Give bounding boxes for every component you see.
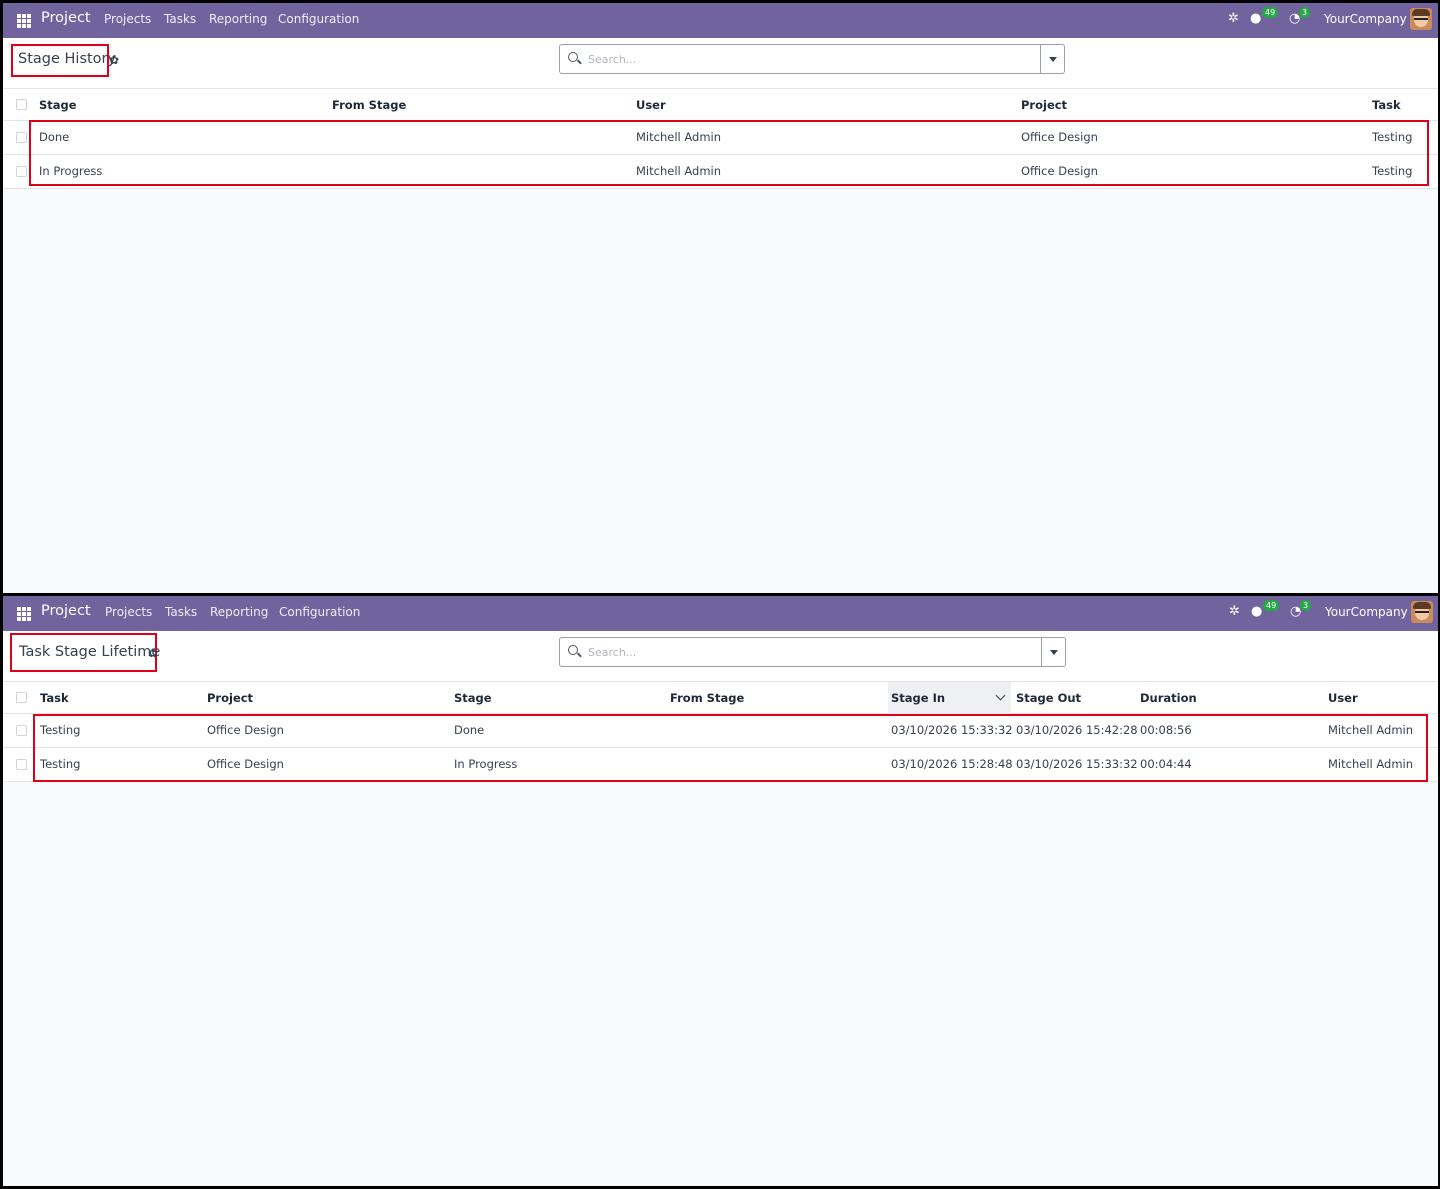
debug-bug-icon[interactable]: ✲ xyxy=(1228,11,1239,26)
activities-count-badge: 3 xyxy=(1299,7,1311,18)
column-header-duration[interactable]: Duration xyxy=(1140,691,1197,705)
messages-count-badge: 49 xyxy=(1262,7,1279,18)
highlight-box xyxy=(11,44,109,77)
row-checkbox[interactable] xyxy=(16,132,27,143)
column-header-project[interactable]: Project xyxy=(1021,98,1067,112)
control-panel: Stage History ✿ xyxy=(3,38,1438,89)
messages-icon[interactable]: ● xyxy=(1251,604,1262,619)
search-icon xyxy=(568,645,578,655)
menu-configuration[interactable]: Configuration xyxy=(278,12,359,26)
messages-icon[interactable]: ● xyxy=(1250,11,1261,26)
task-stage-lifetime-view: Project Projects Tasks Reporting Configu… xyxy=(3,596,1438,1186)
control-panel: Task Stage Lifetime ✿ xyxy=(3,631,1438,682)
gear-icon[interactable]: ✿ xyxy=(148,646,158,660)
company-switcher[interactable]: YourCompany xyxy=(1325,605,1408,619)
top-navbar: Project Projects Tasks Reporting Configu… xyxy=(3,596,1438,631)
apps-menu-icon[interactable] xyxy=(17,14,31,28)
menu-configuration[interactable]: Configuration xyxy=(279,605,360,619)
activities-count-badge: 3 xyxy=(1300,600,1312,611)
debug-bug-icon[interactable]: ✲ xyxy=(1229,604,1240,619)
highlight-box xyxy=(10,633,157,672)
select-all-checkbox[interactable] xyxy=(16,99,27,110)
user-avatar[interactable] xyxy=(1410,8,1432,30)
search-input[interactable] xyxy=(588,643,1008,661)
menu-projects[interactable]: Projects xyxy=(104,12,151,26)
column-header-from-stage[interactable]: From Stage xyxy=(670,691,744,705)
app-brand[interactable]: Project xyxy=(41,10,91,26)
menu-tasks[interactable]: Tasks xyxy=(165,605,197,619)
menu-tasks[interactable]: Tasks xyxy=(164,12,196,26)
highlight-box xyxy=(33,714,1428,782)
column-header-stage-out[interactable]: Stage Out xyxy=(1016,691,1081,705)
company-switcher[interactable]: YourCompany xyxy=(1324,12,1407,26)
search-options-dropdown-icon[interactable] xyxy=(1041,638,1065,666)
column-header-task[interactable]: Task xyxy=(40,691,69,705)
search-bar xyxy=(559,637,1066,667)
column-header-stage[interactable]: Stage xyxy=(454,691,492,705)
menu-reporting[interactable]: Reporting xyxy=(209,12,267,26)
column-header-from-stage[interactable]: From Stage xyxy=(332,98,406,112)
column-header-project[interactable]: Project xyxy=(207,691,253,705)
menu-reporting[interactable]: Reporting xyxy=(210,605,268,619)
search-input[interactable] xyxy=(588,50,1008,68)
highlight-box xyxy=(29,120,1429,186)
table-header: Stage From Stage User Project Task xyxy=(3,89,1438,121)
menu-projects[interactable]: Projects xyxy=(105,605,152,619)
top-navbar: Project Projects Tasks Reporting Configu… xyxy=(3,3,1438,38)
app-brand[interactable]: Project xyxy=(41,603,91,619)
column-header-task[interactable]: Task xyxy=(1372,98,1401,112)
apps-menu-icon[interactable] xyxy=(17,607,31,621)
table-header: Task Project Stage From Stage Stage In S… xyxy=(3,682,1438,714)
column-header-stage-in[interactable]: Stage In xyxy=(891,691,945,705)
row-checkbox[interactable] xyxy=(16,166,27,177)
row-checkbox[interactable] xyxy=(16,759,27,770)
search-bar xyxy=(559,44,1065,74)
gear-icon[interactable]: ✿ xyxy=(109,53,119,67)
search-options-dropdown-icon[interactable] xyxy=(1040,45,1064,73)
column-header-user[interactable]: User xyxy=(1328,691,1358,705)
stage-history-view: Project Projects Tasks Reporting Configu… xyxy=(3,3,1438,593)
select-all-checkbox[interactable] xyxy=(16,692,27,703)
search-icon xyxy=(568,52,578,62)
column-header-user[interactable]: User xyxy=(636,98,666,112)
user-avatar[interactable] xyxy=(1411,601,1433,623)
column-header-stage[interactable]: Stage xyxy=(39,98,77,112)
row-checkbox[interactable] xyxy=(16,725,27,736)
messages-count-badge: 49 xyxy=(1263,600,1280,611)
